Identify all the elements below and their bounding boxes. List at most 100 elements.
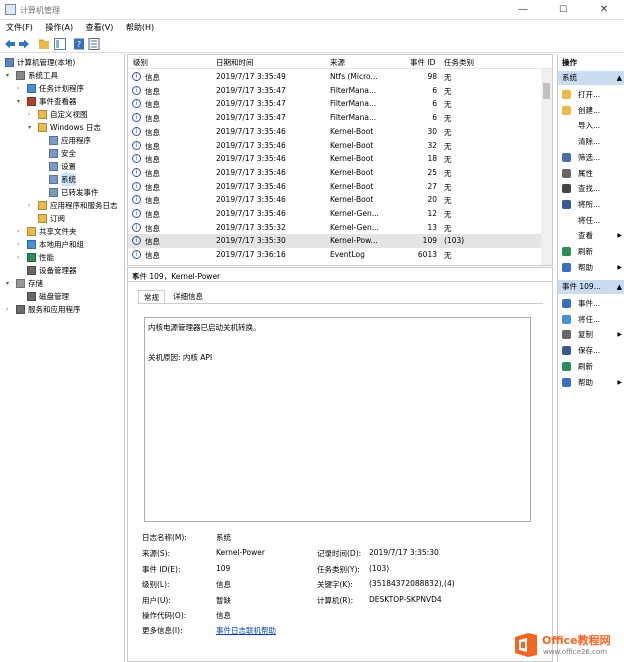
action-item[interactable]: 事件...: [558, 296, 624, 311]
tools-icon: [16, 71, 25, 80]
action-item[interactable]: 保存...: [558, 343, 624, 358]
action-item[interactable]: 将任...: [558, 213, 624, 228]
action-label: 帮助: [578, 377, 593, 387]
action-item[interactable]: 刷新: [558, 244, 624, 259]
action-item[interactable]: 清除...: [558, 134, 624, 149]
watermark-brand: Office教程网: [542, 634, 611, 647]
event-cell: 2019/7/17 3:35:46: [216, 126, 286, 136]
event-detail-pane: 事件 109，Kernel-Power ✕ 常规 详细信息 内核电源管理器已启动…: [127, 267, 553, 662]
action-item[interactable]: 将所...: [558, 197, 624, 212]
event-cell: 27: [427, 181, 437, 191]
action-item[interactable]: 查找...: [558, 181, 624, 196]
actions-section-system[interactable]: 系统 ▲: [558, 71, 624, 85]
event-row[interactable]: i 信息 2019/7/17 3:35:46 Kernel-Boot 18 无: [128, 152, 542, 166]
tab-general[interactable]: 常规: [138, 290, 165, 304]
action-item[interactable]: 帮助 ▶: [558, 375, 624, 390]
column-event-id[interactable]: 事件 ID: [410, 57, 435, 68]
event-row[interactable]: i 信息 2019/7/17 3:35:47 FilterMana... 6 无: [128, 97, 542, 111]
collapsed-chevron-icon[interactable]: ›: [6, 303, 14, 316]
tree-node-label: 系统: [61, 173, 76, 186]
collapsed-chevron-icon[interactable]: ›: [17, 225, 25, 238]
event-row[interactable]: i 信息 2019/7/17 3:35:46 Kernel-Boot 27 无: [128, 180, 542, 194]
maximize-button[interactable]: ☐: [543, 0, 583, 20]
event-row[interactable]: i 信息 2019/7/17 3:35:46 Kernel-Boot 25 无: [128, 166, 542, 180]
event-cell: FilterMana...: [330, 113, 377, 123]
column-datetime[interactable]: 日期和时间: [216, 57, 254, 68]
section-event-label: 事件 109...: [562, 282, 601, 291]
storage-icon: [16, 279, 25, 288]
tab-details[interactable]: 详细信息: [168, 290, 208, 304]
column-level[interactable]: 级别: [133, 57, 148, 68]
menu-view[interactable]: 查看(V): [82, 20, 118, 35]
action-item[interactable]: 属性: [558, 166, 624, 181]
event-row[interactable]: i 信息 2019/7/17 3:35:46 Kernel-Boot 32 无: [128, 139, 542, 153]
event-row[interactable]: i 信息 2019/7/17 3:35:49 Ntfs (Micro... 98 无: [128, 70, 542, 84]
tree-node-label: 本地用户和组: [39, 240, 84, 249]
menu-help[interactable]: 帮助(H): [122, 20, 158, 35]
action-item[interactable]: 复制 ▶: [558, 327, 624, 342]
show-hide-tree-icon[interactable]: [54, 38, 66, 50]
event-row[interactable]: i 信息 2019/7/17 3:35:47 FilterMana... 6 无: [128, 84, 542, 98]
action-item[interactable]: 帮助 ▶: [558, 260, 624, 275]
detail-close-icon[interactable]: ✕: [132, 271, 548, 280]
collapse-caret-icon[interactable]: ▲: [617, 71, 622, 85]
help-book-icon[interactable]: ?: [73, 38, 85, 50]
user-value: 暂缺: [216, 596, 231, 605]
scrollbar-thumb[interactable]: [543, 83, 550, 99]
event-cell: 信息: [145, 182, 160, 192]
action-label: 将任...: [578, 215, 601, 225]
back-arrow-icon[interactable]: [4, 38, 16, 50]
expanded-chevron-icon[interactable]: ▾: [17, 95, 25, 108]
event-cell: Kernel-Boot: [330, 140, 374, 150]
expanded-chevron-icon[interactable]: ▾: [6, 277, 14, 290]
event-log-help-link[interactable]: 事件日志联机帮助: [216, 625, 276, 636]
collapsed-chevron-icon[interactable]: ›: [28, 108, 36, 121]
collapsed-chevron-icon[interactable]: ›: [17, 82, 25, 95]
event-list-scrollbar[interactable]: [541, 69, 552, 265]
action-label: 查看: [578, 231, 593, 241]
column-source[interactable]: 来源: [330, 57, 345, 68]
event-description[interactable]: 内核电源管理器已启动关机转换。 关机原因: 内核 API: [144, 317, 531, 522]
event-cell: (103): [444, 236, 465, 246]
computer-label: 计算机(R):: [317, 596, 354, 605]
collapsed-chevron-icon[interactable]: ›: [28, 199, 36, 212]
action-item[interactable]: 打开...: [558, 87, 624, 102]
action-item[interactable]: 筛选...: [558, 150, 624, 165]
folder-icon: [38, 201, 47, 210]
logged-value: 2019/7/17 3:35:30: [369, 548, 439, 557]
event-row[interactable]: i 信息 2019/7/17 3:35:47 FilterMana... 6 无: [128, 111, 542, 125]
collapsed-chevron-icon[interactable]: ›: [17, 238, 25, 251]
menu-file[interactable]: 文件(F): [2, 20, 37, 35]
expanded-chevron-icon[interactable]: ▾: [28, 121, 36, 134]
tree-node-label: 计算机管理(本地): [17, 58, 76, 67]
action-item[interactable]: 查看 ▶: [558, 228, 624, 243]
event-row[interactable]: i 信息 2019/7/17 3:35:46 Kernel-Boot 30 无: [128, 125, 542, 139]
expanded-chevron-icon[interactable]: ▾: [6, 69, 14, 82]
close-button[interactable]: ✕: [584, 0, 624, 20]
event-row[interactable]: i 信息 2019/7/17 3:35:46 Kernel-Boot 20 无: [128, 193, 542, 207]
action-label: 筛选...: [578, 152, 601, 162]
minimize-button[interactable]: —: [503, 0, 543, 20]
event-row[interactable]: i 信息 2019/7/17 3:35:46 Kernel-Gen... 12 无: [128, 207, 542, 221]
actions-header: 操作: [562, 58, 577, 67]
action-item[interactable]: 刷新: [558, 359, 624, 374]
filter-icon: [562, 152, 571, 162]
action-item[interactable]: 导入...: [558, 118, 624, 133]
event-cell: 信息: [145, 196, 160, 206]
up-folder-icon[interactable]: [38, 38, 50, 50]
menu-action[interactable]: 操作(A): [41, 20, 77, 35]
more-info-label: 更多信息(I):: [142, 626, 183, 635]
action-item[interactable]: 将任...: [558, 312, 624, 327]
forward-arrow-icon[interactable]: [18, 38, 30, 50]
action-item[interactable]: 创建...: [558, 103, 624, 118]
collapsed-chevron-icon[interactable]: ›: [17, 251, 25, 264]
collapse-caret-icon[interactable]: ▲: [617, 280, 622, 294]
save-icon: [562, 346, 571, 356]
event-row[interactable]: i 信息 2019/7/17 3:36:16 EventLog 6013 无: [128, 248, 542, 262]
properties-toolbar-icon[interactable]: [88, 38, 100, 50]
column-task-category[interactable]: 任务类别: [444, 57, 474, 68]
event-row[interactable]: i 信息 2019/7/17 3:35:30 Kernel-Pow... 109 (103…: [128, 234, 542, 248]
event-row[interactable]: i 信息 2019/7/17 3:35:32 Kernel-Gen... 13 无: [128, 221, 542, 235]
folder-icon: [38, 110, 47, 119]
actions-section-event[interactable]: 事件 109... ▲: [558, 280, 624, 294]
